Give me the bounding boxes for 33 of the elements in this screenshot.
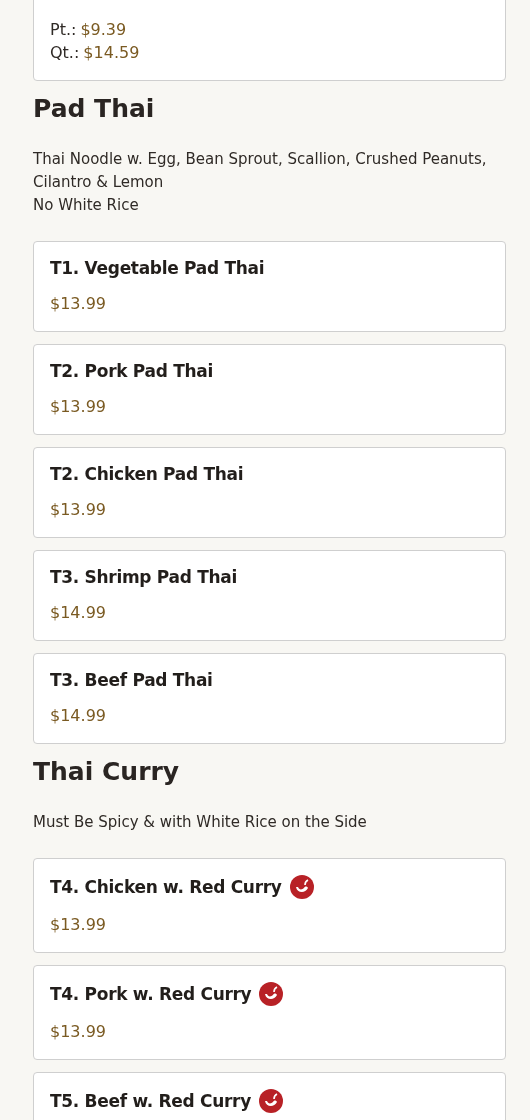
- item-price: $13.99: [50, 1021, 106, 1043]
- section-heading: Thai Curry: [33, 757, 181, 786]
- size-label: Pt.:: [50, 19, 77, 41]
- item-name: T4. Pork w. Red Curry: [50, 984, 252, 1004]
- menu-item-card[interactable]: T4. Chicken w. Red Curry $13.99: [33, 858, 506, 953]
- menu-item-card[interactable]: T1. Vegetable Pad Thai $13.99: [33, 241, 506, 332]
- item-name: T3. Beef Pad Thai: [50, 670, 213, 690]
- item-price: $13.99: [50, 293, 106, 315]
- item-price: $13.99: [50, 396, 106, 418]
- menu-item-card[interactable]: T3. Shrimp Pad Thai $14.99: [33, 550, 506, 641]
- menu-item-card[interactable]: T2. Pork Pad Thai $13.99: [33, 344, 506, 435]
- item-price: $13.99: [50, 499, 106, 521]
- section-heading: Pad Thai: [33, 94, 156, 123]
- item-name: T2. Pork Pad Thai: [50, 361, 213, 381]
- menu-item-card[interactable]: T4. Pork w. Red Curry $13.99: [33, 965, 506, 1060]
- section-description: No White Rice: [33, 195, 140, 216]
- menu-item-card[interactable]: Pt.: $9.39 Qt.: $14.59: [33, 0, 506, 81]
- menu-item-card[interactable]: T2. Chicken Pad Thai $13.99: [33, 447, 506, 538]
- item-name: T2. Chicken Pad Thai: [50, 464, 244, 484]
- size-label: Qt.:: [50, 42, 80, 64]
- item-name: T3. Shrimp Pad Thai: [50, 567, 238, 587]
- item-name: T1. Vegetable Pad Thai: [50, 258, 265, 278]
- item-price: $14.59: [83, 42, 140, 64]
- item-price: $14.99: [50, 705, 106, 727]
- menu-item-card[interactable]: T5. Beef w. Red Curry: [33, 1072, 506, 1120]
- menu-item-card[interactable]: T3. Beef Pad Thai $14.99: [33, 653, 506, 744]
- item-price: $13.99: [50, 914, 106, 936]
- item-name: T4. Chicken w. Red Curry: [50, 877, 282, 897]
- section-description: Must Be Spicy & with White Rice on the Side: [33, 812, 368, 833]
- item-price: $9.39: [80, 19, 127, 41]
- section-description: Thai Noodle w. Egg, Bean Sprout, Scallion, Crushed Peanuts, Cilantro & Lemon: [33, 149, 488, 193]
- item-name: T5. Beef w. Red Curry: [50, 1091, 251, 1111]
- item-price: $14.99: [50, 602, 106, 624]
